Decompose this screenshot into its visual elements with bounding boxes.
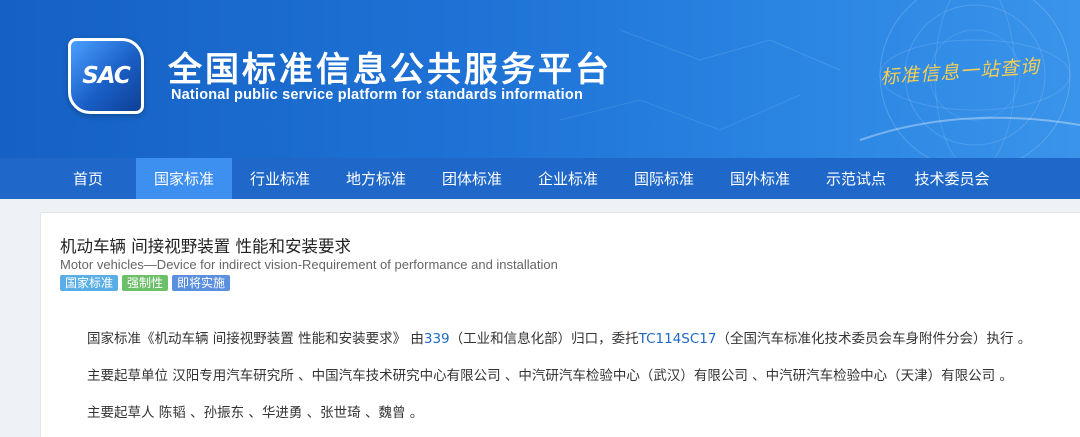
- nav-item-national-standards[interactable]: 国家标准: [136, 158, 232, 199]
- drafting-units-text: 主要起草单位 汉阳专用汽车研究所 、中国汽车技术研究中心有限公司 、中汽研汽车检…: [87, 368, 1013, 384]
- site-subtitle: National public service platform for sta…: [171, 87, 584, 103]
- sac-logo[interactable]: SAC: [68, 38, 144, 114]
- nav-item-demonstration-pilots[interactable]: 示范试点: [808, 158, 904, 199]
- standard-detail-card: 机动车辆 间接视野装置 性能和安装要求 Motor vehicles—Devic…: [40, 212, 1080, 437]
- responsibility-text-c: （全国汽车标准化技术委员会车身附件分会）执行 。: [716, 331, 1032, 347]
- standard-badges: 国家标准 强制性 即将实施: [60, 275, 231, 291]
- responsibility-text-b: （工业和信息化部）归口，委托: [449, 331, 639, 347]
- nav-item-home[interactable]: 首页: [40, 158, 136, 199]
- site-title: 全国标准信息公共服务平台: [168, 50, 612, 90]
- nav-item-technical-committees[interactable]: 技术委员会: [904, 158, 1000, 199]
- nav-item-international-standards[interactable]: 国际标准: [616, 158, 712, 199]
- standard-responsibility-text: 国家标准《机动车辆 间接视野装置 性能和安装要求》 由339（工业和信息化部）归…: [87, 327, 1031, 347]
- standard-title-en: Motor vehicles—Device for indirect visio…: [60, 257, 558, 272]
- responsibility-text-a: 国家标准《机动车辆 间接视野装置 性能和安装要求》 由: [87, 331, 424, 347]
- nav-item-industry-standards[interactable]: 行业标准: [232, 158, 328, 199]
- site-header-banner: SAC 全国标准信息公共服务平台 National public service…: [0, 0, 1080, 158]
- main-nav: 首页 国家标准 行业标准 地方标准 团体标准 企业标准 国际标准 国外标准 示范…: [0, 158, 1080, 199]
- badge-upcoming: 即将实施: [172, 275, 231, 291]
- drafters-text: 主要起草人 陈韬 、孙振东 、华进勇 、张世琦 、魏曾 。: [87, 405, 424, 421]
- badge-mandatory: 强制性: [122, 275, 169, 291]
- committee-code-link[interactable]: TC114SC17: [639, 331, 717, 347]
- nav-item-foreign-standards[interactable]: 国外标准: [712, 158, 808, 199]
- logo-text: SAC: [82, 63, 131, 89]
- nav-item-local-standards[interactable]: 地方标准: [328, 158, 424, 199]
- ministry-code-link[interactable]: 339: [424, 331, 450, 347]
- badge-national-standard: 国家标准: [60, 275, 119, 291]
- nav-item-group-standards[interactable]: 团体标准: [424, 158, 520, 199]
- standard-title: 机动车辆 间接视野装置 性能和安装要求: [60, 237, 351, 256]
- nav-item-enterprise-standards[interactable]: 企业标准: [520, 158, 616, 199]
